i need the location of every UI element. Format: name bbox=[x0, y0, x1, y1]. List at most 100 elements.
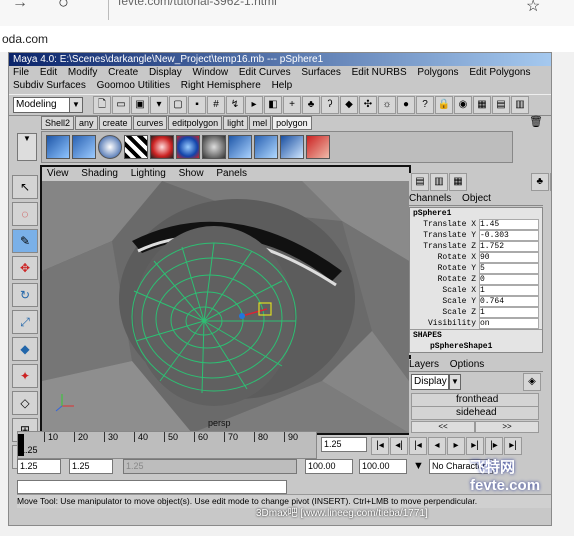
menu-edit-nurbs[interactable]: Edit NURBS bbox=[352, 67, 407, 78]
step-forward-icon[interactable]: ▸| bbox=[466, 437, 484, 455]
layer-scroll-left[interactable]: << bbox=[411, 421, 475, 433]
single-view-icon[interactable]: ◇ bbox=[12, 391, 38, 415]
favorite-star-icon[interactable]: ☆ bbox=[526, 0, 540, 16]
history-icon[interactable]: ♣ bbox=[302, 96, 320, 114]
menu-help[interactable]: Help bbox=[272, 80, 293, 91]
attr-layout-icon[interactable]: ▥ bbox=[430, 173, 448, 191]
render-icon[interactable]: ◆ bbox=[340, 96, 358, 114]
poly-tool-icon[interactable] bbox=[150, 135, 174, 159]
step-back-key-icon[interactable]: ◂| bbox=[390, 437, 408, 455]
tab-shell2[interactable]: Shell2 bbox=[41, 116, 75, 130]
poly-sphere-icon[interactable] bbox=[98, 135, 122, 159]
menu-polygons[interactable]: Polygons bbox=[417, 67, 458, 78]
range-slider[interactable]: 1.25 bbox=[123, 459, 297, 474]
menu-subdiv-surfaces[interactable]: Subdiv Surfaces bbox=[13, 80, 86, 91]
attr-value[interactable]: 0.764 bbox=[479, 296, 539, 307]
attr-value[interactable]: 1 bbox=[479, 285, 539, 296]
move-tool-icon[interactable]: ✥ bbox=[12, 256, 38, 280]
layer-row[interactable]: sidehead bbox=[411, 406, 539, 420]
pin-icon[interactable]: ♣ bbox=[530, 173, 549, 191]
extrude-icon[interactable] bbox=[176, 135, 200, 159]
menu-goomoo-utilities[interactable]: Goomoo Utilities bbox=[97, 80, 170, 91]
command-line[interactable] bbox=[17, 480, 287, 494]
attr-value[interactable]: 90 bbox=[479, 252, 539, 263]
go-to-start-icon[interactable]: |◂ bbox=[371, 437, 389, 455]
mode-select[interactable]: Modeling bbox=[13, 97, 73, 113]
new-scene-icon[interactable]: 🗋 bbox=[93, 96, 111, 114]
menu-edit[interactable]: Edit bbox=[40, 67, 57, 78]
manipulator-tool-icon[interactable]: ◆ bbox=[12, 337, 38, 361]
lasso-tool-icon[interactable]: ◌ bbox=[12, 202, 38, 226]
tab-create[interactable]: create bbox=[98, 116, 132, 130]
grid-layout-icon[interactable]: ▦ bbox=[473, 96, 491, 114]
go-to-end-icon[interactable]: ▸| bbox=[504, 437, 522, 455]
attr-value[interactable]: 1.752 bbox=[479, 241, 539, 252]
tab-mel[interactable]: mel bbox=[248, 116, 272, 130]
smooth-icon[interactable] bbox=[202, 135, 226, 159]
tab-polygon[interactable]: polygon bbox=[272, 116, 312, 130]
help-icon[interactable]: ? bbox=[416, 96, 434, 114]
menu-options[interactable]: Options bbox=[450, 359, 484, 370]
shape-name[interactable]: pSphereShape1 bbox=[410, 341, 542, 352]
ipr-icon[interactable]: ✣ bbox=[359, 96, 377, 114]
poly-cube-icon[interactable] bbox=[72, 135, 96, 159]
menu-edit-polygons[interactable]: Edit Polygons bbox=[469, 67, 530, 78]
sphere-icon[interactable]: ● bbox=[397, 96, 415, 114]
bookmark-text[interactable]: oda.com bbox=[2, 32, 48, 46]
snap-curve-icon[interactable]: ↯ bbox=[226, 96, 244, 114]
select-object-icon[interactable]: ▢ bbox=[169, 96, 187, 114]
channel-layout-icon[interactable]: ▤ bbox=[411, 173, 429, 191]
layer-scroll-right[interactable]: >> bbox=[475, 421, 539, 433]
attribute-editor-icon[interactable]: ▤ bbox=[492, 96, 510, 114]
range-end2-field[interactable]: 100.00 bbox=[359, 459, 407, 474]
select-component-icon[interactable]: ▪ bbox=[188, 96, 206, 114]
range-end-field[interactable]: 100.00 bbox=[305, 459, 353, 474]
move-icon[interactable]: + bbox=[283, 96, 301, 114]
split-icon[interactable] bbox=[228, 135, 252, 159]
menu-window[interactable]: Window bbox=[193, 67, 229, 78]
menu-panels[interactable]: Panels bbox=[216, 168, 247, 179]
select-hierarchy-icon[interactable]: ▾ bbox=[150, 96, 168, 114]
attr-value[interactable]: 1 bbox=[479, 307, 539, 318]
menu-surfaces[interactable]: Surfaces bbox=[301, 67, 340, 78]
chevron-down-icon[interactable]: ▼ bbox=[413, 460, 424, 472]
current-time-field[interactable]: 1.25 bbox=[321, 437, 367, 452]
address-bar[interactable]: fevte.com/tutorial-3962-1.html bbox=[118, 0, 277, 8]
menu-show[interactable]: Show bbox=[179, 168, 204, 179]
menu-display[interactable]: Display bbox=[149, 67, 182, 78]
tool-layout-icon[interactable]: ▦ bbox=[449, 173, 467, 191]
trash-icon[interactable]: 🗑 bbox=[529, 115, 543, 128]
curve-icon[interactable]: ʔ bbox=[321, 96, 339, 114]
scale-tool-icon[interactable]: ⤢ bbox=[12, 310, 38, 334]
range-inner-start-field[interactable]: 1.25 bbox=[69, 459, 113, 474]
tab-curves[interactable]: curves bbox=[132, 116, 168, 130]
time-slider[interactable]: 10 20 30 40 50 60 70 80 90 1.25 bbox=[17, 431, 317, 459]
menu-object[interactable]: Object bbox=[462, 193, 491, 204]
menu-layers[interactable]: Layers bbox=[409, 359, 439, 370]
checker-icon[interactable] bbox=[124, 135, 148, 159]
select-tool-icon[interactable]: ↖ bbox=[12, 175, 38, 199]
shelf-menu-icon[interactable]: ▼ bbox=[17, 133, 37, 161]
menu-right-hemisphere[interactable]: Right Hemisphere bbox=[181, 80, 261, 91]
layer-row[interactable]: fronthead bbox=[411, 393, 539, 407]
render-settings-icon[interactable]: ☼ bbox=[378, 96, 396, 114]
snap-point-icon[interactable]: ▸ bbox=[245, 96, 263, 114]
step-back-icon[interactable]: |◂ bbox=[409, 437, 427, 455]
tab-any[interactable]: any bbox=[75, 116, 98, 130]
last-tool-icon[interactable]: ✦ bbox=[12, 364, 38, 388]
menu-edit-curves[interactable]: Edit Curves bbox=[239, 67, 291, 78]
tab-light[interactable]: light bbox=[223, 116, 248, 130]
open-scene-icon[interactable]: ▭ bbox=[112, 96, 130, 114]
rotate-tool-icon[interactable]: ↻ bbox=[12, 283, 38, 307]
menu-create[interactable]: Create bbox=[108, 67, 138, 78]
menu-view[interactable]: View bbox=[47, 168, 69, 179]
step-forward-key-icon[interactable]: |▸ bbox=[485, 437, 503, 455]
menu-modify[interactable]: Modify bbox=[68, 67, 97, 78]
menu-lighting[interactable]: Lighting bbox=[131, 168, 166, 179]
menu-file[interactable]: File bbox=[13, 67, 29, 78]
camera-icon[interactable]: ◉ bbox=[454, 96, 472, 114]
attr-value[interactable]: 0 bbox=[479, 274, 539, 285]
sculpt-icon[interactable] bbox=[306, 135, 330, 159]
attr-value[interactable]: on bbox=[479, 318, 539, 329]
play-forward-icon[interactable]: ▸ bbox=[447, 437, 465, 455]
